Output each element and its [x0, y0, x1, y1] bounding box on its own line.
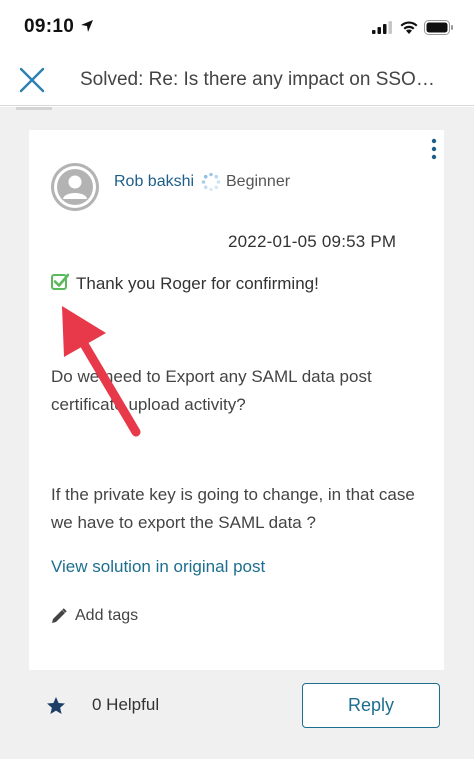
helpful-count: 0 Helpful [92, 695, 160, 714]
view-solution-link[interactable]: View solution in original post [51, 557, 265, 577]
add-tags-button[interactable]: Add tags [75, 607, 138, 625]
previous-card-edge [16, 107, 52, 110]
checkbox-checked-icon [51, 273, 69, 290]
status-time: 09:10 [24, 16, 75, 37]
nav-header: Solved: Re: Is there any impact on SSO… [0, 56, 474, 106]
wifi-icon [400, 21, 418, 34]
cellular-signal-icon [372, 21, 392, 34]
reply-button[interactable]: Reply [302, 683, 440, 728]
post-paragraph-2: If the private key is going to change, i… [51, 485, 415, 532]
avatar[interactable] [51, 163, 99, 211]
close-icon[interactable] [18, 66, 46, 94]
post-timestamp: 2022-01-05 09:53 PM [228, 232, 397, 251]
kebab-menu-icon[interactable] [428, 138, 440, 160]
confirmation-text: Thank you Roger for confirming! [76, 274, 319, 293]
user-avatar-icon [54, 166, 96, 208]
star-icon[interactable] [46, 696, 66, 716]
status-bar: 09:10 [0, 0, 474, 56]
author-rank: Beginner [226, 173, 291, 190]
location-arrow-icon [81, 20, 93, 32]
post-paragraph-1: Do we need to Export any SAML data post … [51, 367, 372, 414]
rank-spinner-icon [201, 172, 221, 192]
battery-icon [424, 20, 453, 35]
page-title: Solved: Re: Is there any impact on SSO… [80, 69, 435, 90]
pencil-icon [52, 608, 67, 623]
author-name[interactable]: Rob bakshi [114, 173, 194, 191]
